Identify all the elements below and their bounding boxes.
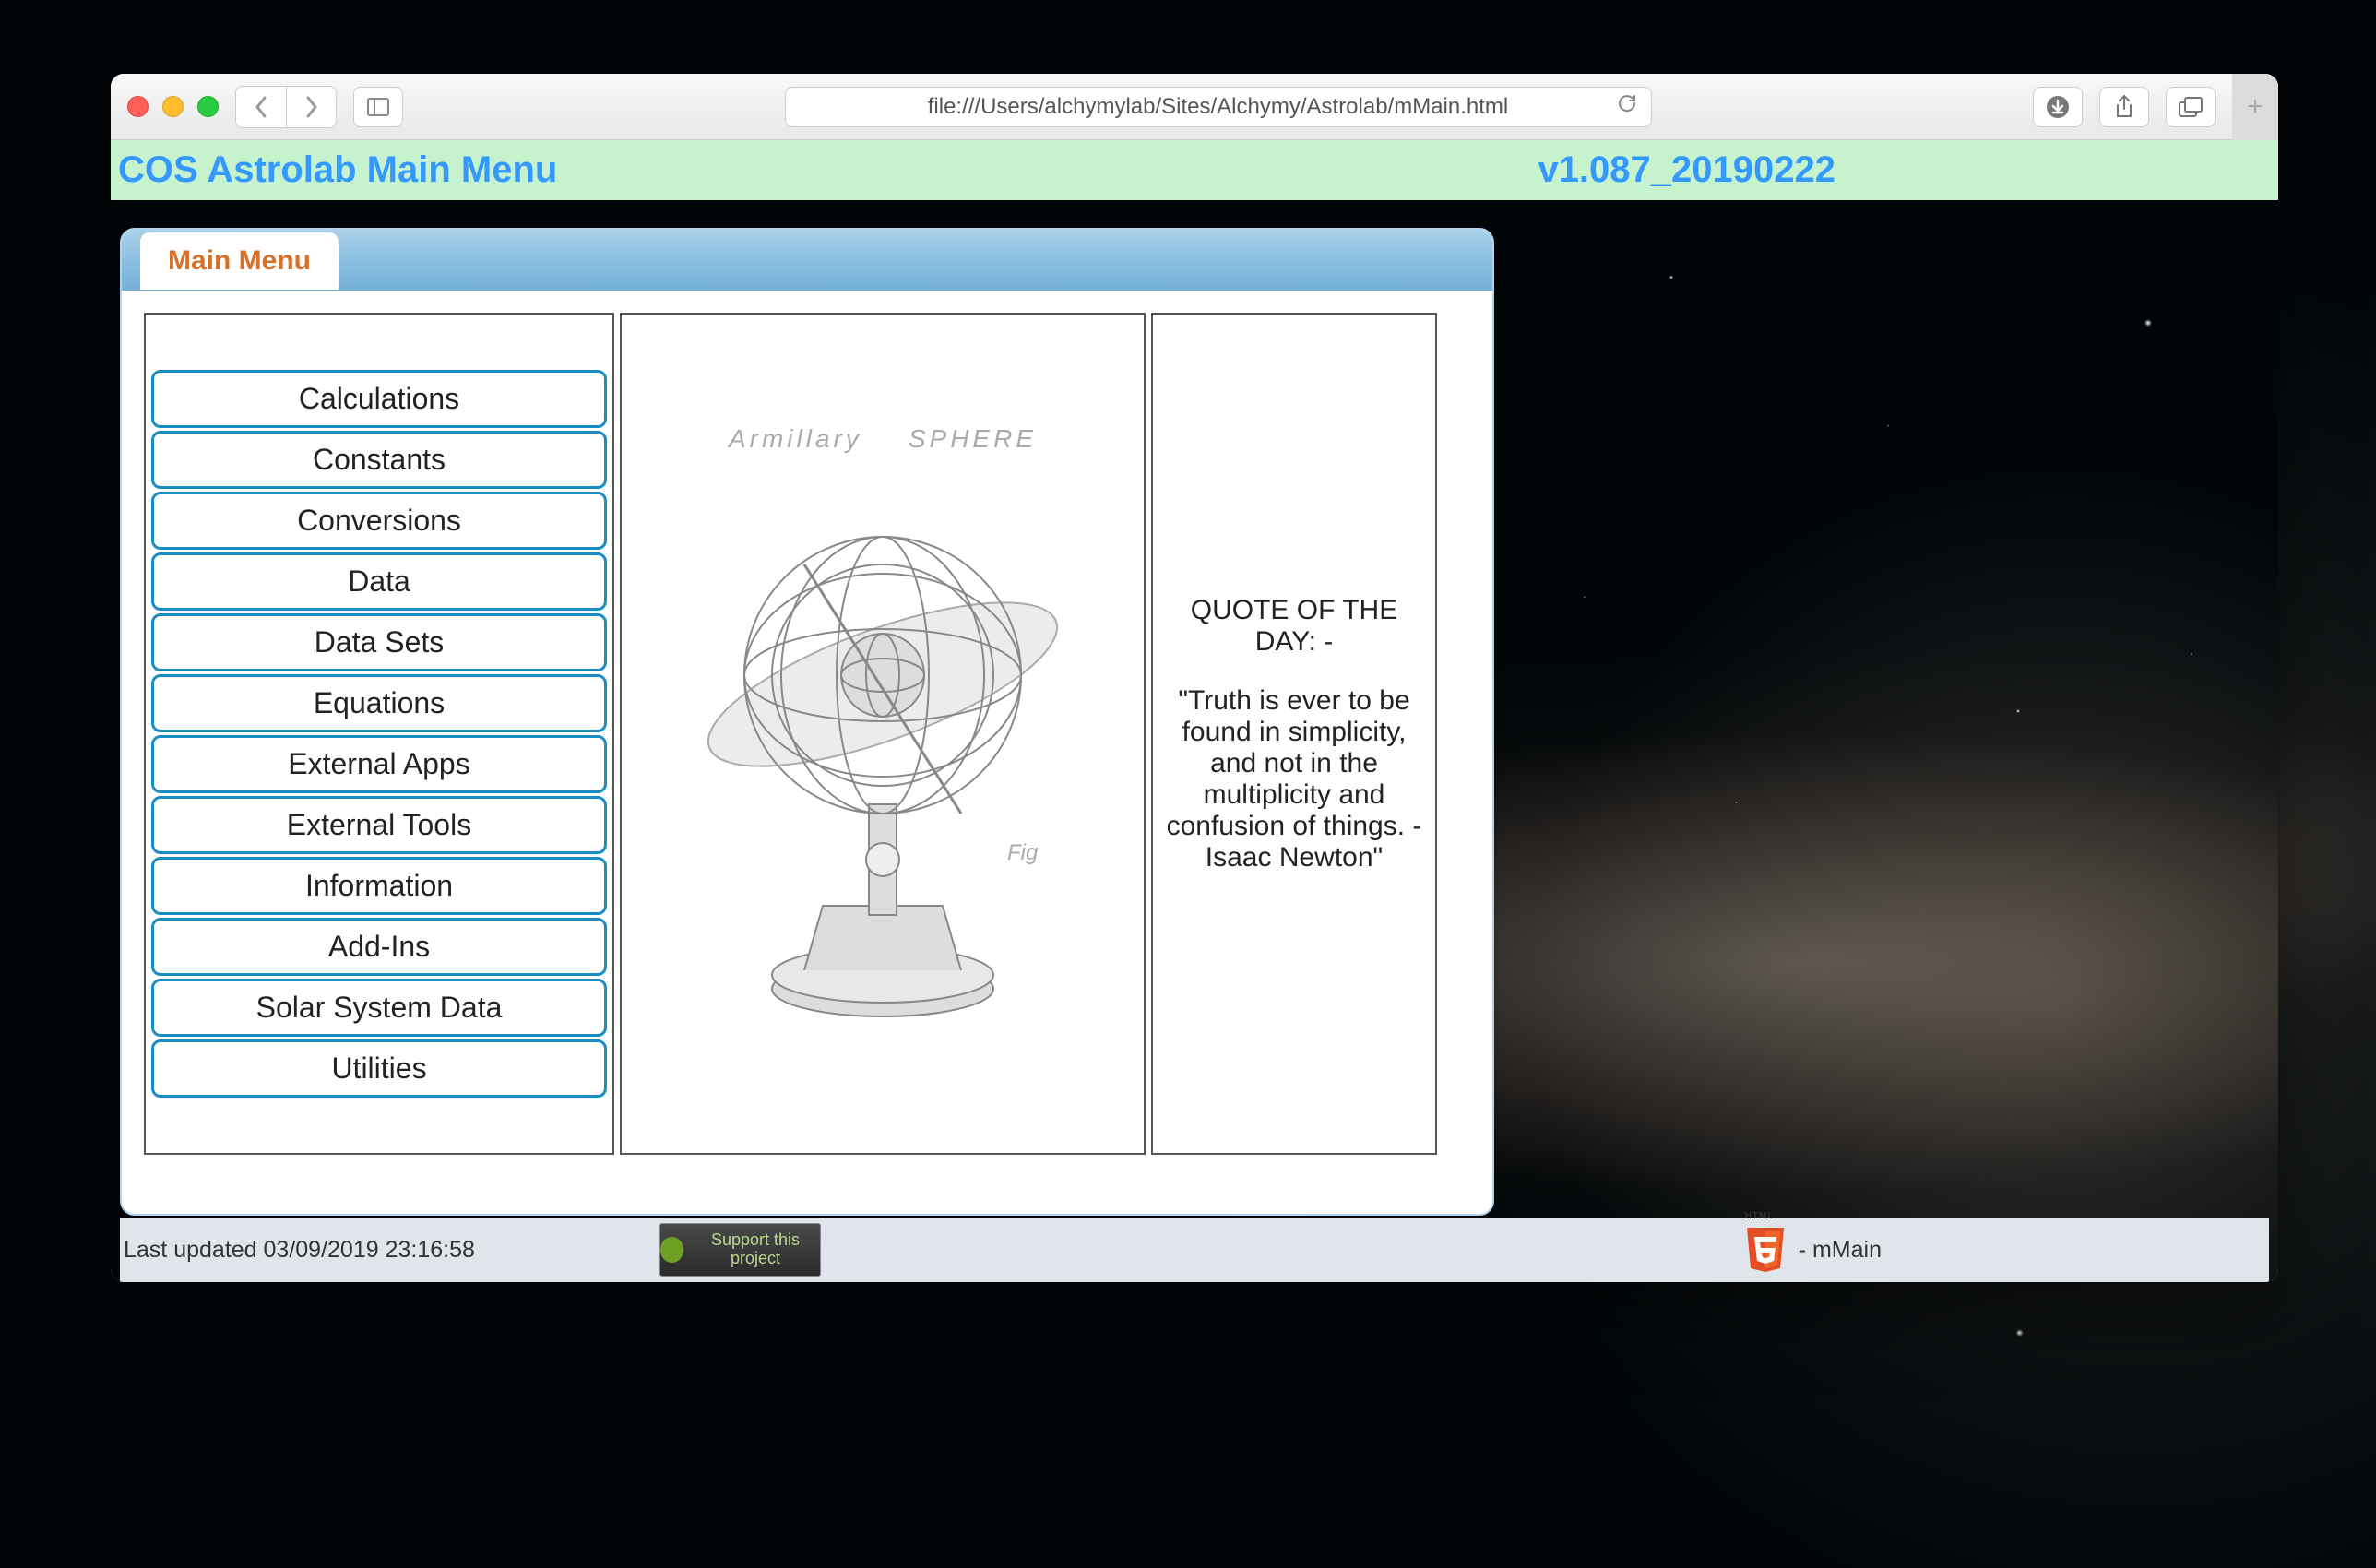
plus-icon: +: [2247, 91, 2263, 123]
menu-button-external-tools[interactable]: External Tools: [151, 796, 607, 854]
quote-body: "Truth is ever to be found in simplicity…: [1162, 685, 1426, 873]
app-footer: Last updated 03/09/2019 23:16:58 Support…: [120, 1218, 2269, 1282]
chevron-right-icon: [304, 96, 319, 118]
nav-buttons: [235, 86, 337, 128]
menu-button-conversions[interactable]: Conversions: [151, 492, 607, 550]
app-header: COS Astrolab Main Menu v1.087_20190222: [111, 140, 2278, 200]
page-title: COS Astrolab Main Menu: [111, 149, 557, 191]
share-icon: [2113, 94, 2135, 120]
browser-toolbar: file:///Users/alchymylab/Sites/Alchymy/A…: [111, 74, 2278, 140]
tabs-button[interactable]: [2166, 87, 2216, 127]
menu-button-equations[interactable]: Equations: [151, 674, 607, 732]
menu-button-constants[interactable]: Constants: [151, 431, 607, 489]
quote-heading: QUOTE OF THE DAY: -: [1162, 595, 1426, 658]
tab-main-menu[interactable]: Main Menu: [140, 232, 339, 290]
minimize-window-button[interactable]: [162, 96, 184, 117]
back-button[interactable]: [236, 87, 286, 127]
menu-button-external-apps[interactable]: External Apps: [151, 735, 607, 793]
illustration-column: Armillary SPHERE: [620, 313, 1146, 1155]
toolbar-right-group: [2033, 87, 2216, 127]
downloads-button[interactable]: [2033, 87, 2083, 127]
menu-button-calculations[interactable]: Calculations: [151, 370, 607, 428]
gear-icon: [660, 1237, 683, 1263]
window-controls: [127, 96, 219, 117]
menu-button-data-sets[interactable]: Data Sets: [151, 613, 607, 671]
chevron-left-icon: [254, 96, 268, 118]
reload-button[interactable]: [1616, 92, 1638, 121]
forward-button[interactable]: [286, 87, 336, 127]
page-name-label: - mMain: [1799, 1237, 1882, 1264]
tabs-icon: [2178, 96, 2204, 118]
menu-button-data[interactable]: Data: [151, 552, 607, 611]
armillary-sphere-svg: Fig: [684, 472, 1081, 1044]
illustration-caption-right: SPHERE: [909, 424, 1037, 454]
last-updated-label: Last updated 03/09/2019 23:16:58: [120, 1237, 475, 1264]
maximize-window-button[interactable]: [197, 96, 219, 117]
menu-button-solar-system-data[interactable]: Solar System Data: [151, 979, 607, 1037]
menu-button-utilities[interactable]: Utilities: [151, 1039, 607, 1098]
reload-icon: [1616, 92, 1638, 114]
sidebar-icon: [367, 98, 389, 116]
support-project-button[interactable]: Support this project: [659, 1223, 821, 1277]
new-tab-button[interactable]: +: [2232, 74, 2278, 140]
html5-badge-icon: [1743, 1224, 1788, 1276]
panel-body: Calculations Constants Conversions Data …: [122, 291, 1492, 1177]
main-panel: Main Menu Calculations Constants Convers…: [120, 228, 1494, 1216]
browser-window: file:///Users/alchymylab/Sites/Alchymy/A…: [111, 74, 2278, 1282]
menu-button-add-ins[interactable]: Add-Ins: [151, 918, 607, 976]
tab-strip: Main Menu: [122, 230, 1492, 291]
page-viewport: COS Astrolab Main Menu v1.087_20190222 M…: [111, 140, 2278, 1282]
close-window-button[interactable]: [127, 96, 148, 117]
menu-button-information[interactable]: Information: [151, 857, 607, 915]
sidebar-toggle-button[interactable]: [353, 87, 403, 127]
support-label: Support this project: [691, 1231, 820, 1268]
svg-text:Fig: Fig: [1007, 840, 1039, 865]
armillary-sphere-illustration: Armillary SPHERE: [631, 384, 1135, 1085]
url-text: file:///Users/alchymylab/Sites/Alchymy/A…: [928, 94, 1509, 120]
share-button[interactable]: [2099, 87, 2149, 127]
download-icon: [2045, 94, 2071, 120]
address-bar[interactable]: file:///Users/alchymylab/Sites/Alchymy/A…: [785, 87, 1652, 127]
version-label: v1.087_20190222: [1538, 149, 2278, 191]
menu-column: Calculations Constants Conversions Data …: [144, 313, 614, 1155]
illustration-caption-left: Armillary: [729, 424, 862, 454]
quote-column: QUOTE OF THE DAY: - "Truth is ever to be…: [1151, 313, 1437, 1155]
footer-right: - mMain: [1743, 1224, 2269, 1276]
